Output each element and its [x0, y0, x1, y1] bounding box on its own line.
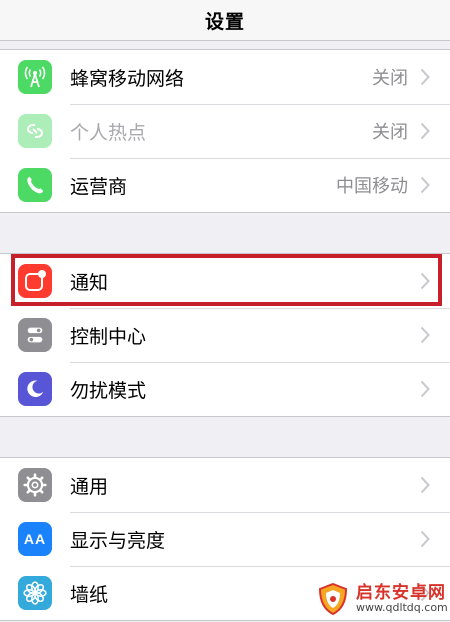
personal-hotspot-icon: [18, 114, 52, 148]
text-size-icon-glyph: AA: [23, 531, 47, 547]
phone-icon: [18, 168, 52, 202]
settings-row-label: 通用: [70, 475, 109, 498]
gear-icon: [18, 468, 52, 502]
chevron-right-icon: [420, 476, 430, 494]
settings-row-label: 勿扰模式: [70, 379, 147, 402]
settings-row-do-not-disturb[interactable]: 勿扰模式: [0, 362, 450, 416]
settings-row-display-brightness[interactable]: AA 显示与亮度: [0, 512, 450, 566]
settings-row-label: 蜂窝移动网络: [70, 67, 185, 90]
settings-group-alerts: 通知 控制中心 勿扰模式: [0, 253, 450, 417]
control-center-icon: [18, 318, 52, 352]
settings-row-carrier[interactable]: 运营商 中国移动: [0, 158, 450, 212]
chevron-right-icon: [420, 530, 430, 548]
watermark-url: www.qdltdq.com: [356, 601, 448, 615]
chevron-right-icon: [420, 380, 430, 398]
text-size-icon: AA: [18, 522, 52, 556]
chevron-right-icon: [420, 326, 430, 344]
watermark-name: 启东安卓网: [356, 582, 446, 603]
settings-row-label: 通知: [70, 271, 109, 294]
chevron-right-icon: [420, 272, 430, 290]
moon-icon: [18, 372, 52, 406]
page-title: 设置: [204, 10, 245, 33]
notifications-icon: [18, 264, 52, 298]
shield-logo-icon: [318, 582, 348, 616]
settings-row-control-center[interactable]: 控制中心: [0, 308, 450, 362]
settings-group-network: 蜂窝移动网络 关闭 个人热点 关闭 运营商 中国移动: [0, 49, 450, 213]
settings-row-label: 运营商: [70, 175, 128, 198]
settings-row-value: 关闭: [372, 122, 408, 143]
settings-row-general[interactable]: 通用: [0, 458, 450, 512]
settings-row-personal-hotspot[interactable]: 个人热点 关闭: [0, 104, 450, 158]
settings-row-value: 中国移动: [336, 176, 408, 197]
settings-row-value: 关闭: [372, 68, 408, 89]
chevron-right-icon: [420, 68, 430, 86]
chevron-right-icon: [420, 122, 430, 140]
settings-row-label: 控制中心: [70, 325, 147, 348]
cellular-antenna-icon: [18, 60, 52, 94]
flower-icon: [18, 576, 52, 610]
chevron-right-icon: [420, 176, 430, 194]
settings-row-notifications[interactable]: 通知: [0, 254, 450, 308]
watermark: 启东安卓网 www.qdltdq.com: [316, 576, 450, 622]
navigation-bar: 设置: [0, 0, 450, 41]
settings-row-cellular[interactable]: 蜂窝移动网络 关闭: [0, 50, 450, 104]
settings-row-label: 个人热点: [70, 121, 147, 144]
settings-row-label: 显示与亮度: [70, 529, 166, 552]
